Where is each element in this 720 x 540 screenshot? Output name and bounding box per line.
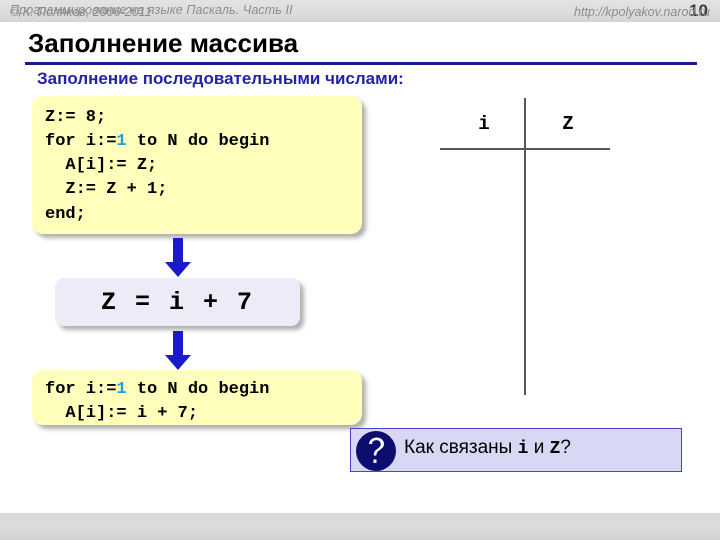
footer-url[interactable]: http://kpolyakov.narod.ru — [574, 5, 710, 19]
code-line: for i:=1 to N do begin — [45, 380, 270, 399]
footer-band — [0, 513, 720, 540]
literal-number: 1 — [116, 380, 127, 399]
section-subtitle: Заполнение последовательными числами: — [37, 69, 404, 88]
callout-var-i: i — [517, 439, 529, 459]
table-vertical-divider — [524, 98, 526, 395]
callout-var-z: Z — [549, 439, 561, 459]
formula-text: Z = i + 7 — [100, 287, 255, 317]
table-column-header-z: Z — [562, 113, 574, 135]
code-line: A[i]:= i + 7; — [45, 404, 199, 424]
table-column-header-i: i — [478, 113, 490, 135]
arrow-down-icon — [165, 331, 191, 370]
code-line: Z:= Z + 1; — [45, 180, 168, 200]
question-mark-icon — [356, 431, 396, 471]
code-line: end; — [45, 204, 86, 224]
literal-number: 1 — [116, 132, 127, 152]
arrow-down-icon — [165, 238, 191, 277]
footer-copyright: © К. Поляков, 2006-2011 — [10, 5, 152, 19]
question-callout: Как связаны i и Z? — [350, 428, 682, 472]
code-line: A[i]:= Z; — [45, 156, 158, 176]
code-line: Z:= 8; — [45, 108, 107, 127]
table-header-divider — [440, 148, 610, 150]
callout-text: Как связаны i и Z? — [404, 437, 571, 459]
title-divider — [25, 62, 697, 65]
code-line: for i:=1 to N do begin — [45, 132, 270, 152]
code-block-verbose: Z:= 8; for i:=1 to N do begin A[i]:= Z; … — [32, 96, 362, 234]
page-title: Заполнение массива — [28, 28, 299, 58]
code-block-compact: for i:=1 to N do begin A[i]:= i + 7; — [32, 370, 362, 425]
formula-highlight-box: Z = i + 7 — [55, 278, 300, 326]
